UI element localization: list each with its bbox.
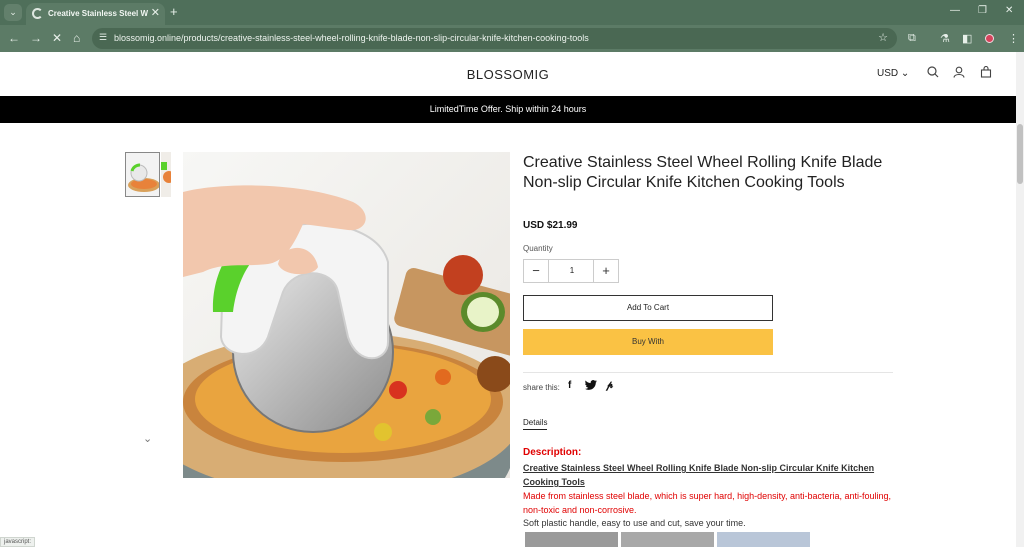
tab-title: Creative Stainless Steel Wheel Rolling K… [48, 9, 148, 18]
scrollbar-thumb[interactable] [1017, 124, 1023, 184]
facebook-icon[interactable]: f [568, 380, 571, 391]
restore-button[interactable]: ❐ [978, 5, 987, 16]
loading-icon [32, 8, 43, 19]
gallery-thumbnail-2[interactable] [161, 152, 171, 197]
home-button[interactable]: ⌂ [73, 31, 80, 45]
quantity-label: Quantity [523, 244, 553, 253]
back-button[interactable]: ← [8, 31, 20, 45]
minimize-button[interactable]: — [950, 5, 960, 16]
cart-bag-icon[interactable] [980, 65, 992, 81]
browser-menu-icon[interactable]: ⋮ [1008, 32, 1019, 45]
extensions-icon[interactable]: ⧉ [908, 32, 916, 45]
description-feature-text: Made from stainless steel blade, which i… [523, 491, 892, 515]
twitter-icon[interactable] [585, 380, 597, 393]
side-panel-icon[interactable]: ◧ [962, 32, 972, 45]
page-scrollbar[interactable] [1016, 52, 1024, 547]
address-bar[interactable]: ☰ blossomig.online/products/creative-sta… [92, 28, 897, 49]
gallery-next-chevron-icon[interactable]: ⌄ [143, 432, 152, 445]
account-icon[interactable] [953, 66, 965, 81]
site-info-icon[interactable]: ☰ [99, 32, 107, 43]
pinterest-icon[interactable]: 𝓅 [606, 380, 613, 391]
product-main-image[interactable] [183, 152, 510, 478]
description-title-link[interactable]: Creative Stainless Steel Wheel Rolling K… [523, 461, 883, 489]
add-to-cart-button[interactable]: Add To Cart [523, 295, 773, 321]
announcement-bar: LimitedTime Offer. Ship within 24 hours [0, 96, 1016, 123]
browser-tab-active[interactable]: Creative Stainless Steel Wheel Rolling K… [26, 3, 165, 25]
description-image-3 [717, 532, 810, 547]
description-handle-text: Soft plastic handle, easy to use and cut… [523, 518, 746, 528]
currency-label: USD [877, 68, 899, 79]
section-divider [523, 372, 893, 373]
labs-flask-icon[interactable]: ⚗ [940, 32, 950, 45]
quantity-input[interactable]: 1 [549, 260, 595, 282]
quantity-stepper: − 1 + [523, 259, 619, 283]
new-tab-button[interactable]: + [170, 4, 178, 19]
search-icon[interactable] [927, 66, 939, 81]
quantity-decrease-button[interactable]: − [524, 260, 549, 282]
bookmark-star-icon[interactable]: ☆ [878, 31, 888, 44]
share-label: share this: [523, 383, 560, 392]
store-logo[interactable]: BLOSSOMIG [0, 67, 1016, 82]
product-price: USD $21.99 [523, 220, 578, 231]
stop-loading-button[interactable]: ✕ [52, 31, 62, 45]
description-image-2 [621, 532, 714, 547]
gallery-thumbnail-1[interactable] [125, 152, 160, 197]
url-text: blossomig.online/products/creative-stain… [114, 33, 589, 43]
forward-button[interactable]: → [30, 31, 42, 45]
close-window-button[interactable]: ✕ [1005, 5, 1013, 16]
tab-search-button[interactable]: ⌄ [4, 4, 22, 21]
description-image-1 [525, 532, 618, 547]
buy-with-button[interactable]: Buy With [523, 329, 773, 355]
description-heading: Description: [523, 447, 582, 458]
site-header: BLOSSOMIG USD ⌄ [0, 52, 1016, 96]
close-tab-icon[interactable]: ✕ [151, 6, 160, 19]
browser-tab-strip: ⌄ Creative Stainless Steel Wheel Rolling… [0, 0, 1024, 25]
quantity-increase-button[interactable]: + [593, 260, 618, 282]
product-title: Creative Stainless Steel Wheel Rolling K… [523, 154, 883, 191]
currency-selector[interactable]: USD ⌄ [877, 68, 909, 79]
status-bar: javascript: [0, 537, 36, 547]
profile-avatar[interactable] [985, 34, 994, 43]
tab-details[interactable]: Details [523, 418, 548, 430]
chevron-down-icon: ⌄ [900, 68, 910, 79]
browser-toolbar: ← → ✕ ⌂ ☰ blossomig.online/products/crea… [0, 25, 1024, 52]
